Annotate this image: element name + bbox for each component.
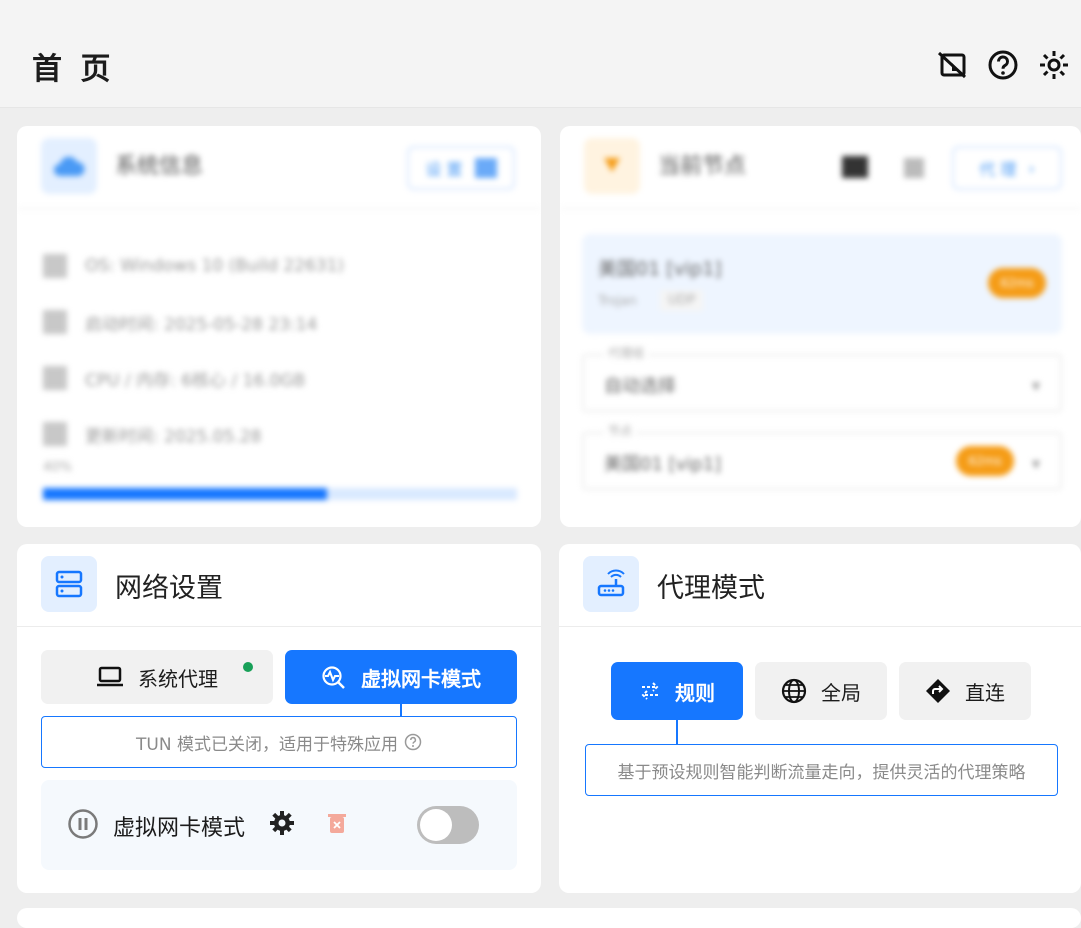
network-settings-header: 网络设置: [17, 544, 541, 627]
current-node-title: 当前节点: [658, 154, 747, 179]
page-header: 首 页: [0, 0, 1081, 108]
proxy-group-label: 代理组: [604, 344, 649, 361]
wave-search-icon: [321, 665, 347, 689]
proxy-node-label: 节点: [604, 422, 637, 439]
network-icon: [41, 556, 97, 612]
chevron-right-icon: ›: [1028, 158, 1035, 178]
active-node-type: Trojan: [598, 294, 637, 309]
rule-mode-button[interactable]: 规则: [611, 662, 743, 720]
direction-sign-icon: [925, 678, 951, 704]
proxy-mode-card: 代理模式 规则 全局 直连 基于预设规则智能判断流量走向，提供灵活的代理策略: [559, 544, 1081, 893]
gear-icon[interactable]: [269, 810, 295, 836]
calendar-icon: [43, 422, 67, 446]
help-icon[interactable]: [987, 49, 1019, 81]
current-node-card: 当前节点 代 理 › 美国01 [vip1] Trojan UDP 62ms 代…: [560, 126, 1081, 527]
system-info-row: 启动时间: 2025-05-28 23:14: [43, 294, 513, 350]
sort-icon[interactable]: [904, 158, 924, 178]
proxy-group-value: 自动选择: [604, 376, 676, 397]
proxy-node-value: 美国01 [vip1]: [604, 454, 722, 475]
settings-gear-icon[interactable]: [1038, 49, 1070, 81]
cloud-icon: [41, 138, 97, 194]
proxy-mode-hint-text: 基于预设规则智能判断流量走向，提供灵活的代理策略: [617, 762, 1026, 783]
proxy-group-select[interactable]: 代理组 自动选择 ▾: [582, 344, 1062, 412]
global-mode-label: 全局: [821, 680, 861, 705]
proxy-node-select[interactable]: 节点 美国01 [vip1] 62ms ▾: [582, 422, 1062, 490]
tun-hint-box: TUN 模式已关闭，适用于特殊应用: [41, 716, 517, 768]
active-node-protocol: UDP: [660, 290, 704, 311]
pause-circle-icon: [67, 808, 99, 840]
direct-mode-label: 直连: [965, 680, 1005, 705]
active-node-panel[interactable]: 美国01 [vip1] Trojan UDP 62ms: [582, 234, 1062, 334]
dropdown-icon: ▾: [1031, 376, 1040, 395]
toggle-knob: [420, 809, 452, 841]
system-info-action-button[interactable]: 设 置: [407, 146, 515, 190]
tun-mode-row: 虚拟网卡模式: [41, 780, 517, 870]
hint-pointer: [400, 704, 402, 716]
help-icon[interactable]: [404, 733, 422, 751]
grid-icon: [474, 158, 497, 178]
proxy-mode-header: 代理模式: [559, 544, 1081, 627]
clock-icon: [43, 310, 67, 334]
globe-icon: [781, 678, 807, 704]
status-dot: [243, 662, 253, 672]
usage-progress-fill: [43, 488, 328, 500]
system-info-action-label: 设 置: [425, 160, 463, 179]
latency-badge: 62ms: [988, 268, 1046, 298]
current-node-action-label: 代 理: [979, 160, 1017, 179]
proxy-mode-title: 代理模式: [657, 573, 765, 604]
direct-mode-button[interactable]: 直连: [899, 662, 1031, 720]
network-settings-title: 网络设置: [115, 573, 223, 604]
lightweight-mode-icon[interactable]: [936, 49, 968, 81]
tun-mode-tab-label: 虚拟网卡模式: [361, 666, 481, 691]
latency-badge: 62ms: [956, 446, 1014, 476]
tun-mode-tab[interactable]: 虚拟网卡模式: [285, 650, 517, 704]
usage-progress-bar: [43, 488, 517, 500]
tun-mode-row-label: 虚拟网卡模式: [113, 816, 246, 841]
swap-arrows-icon: [639, 681, 661, 701]
system-info-card-header: 系统信息 设 置: [17, 126, 541, 209]
signal-icon[interactable]: [842, 156, 868, 178]
system-info-row: OS: Windows 10 (Build 22631): [43, 238, 513, 294]
proxy-mode-hint-box: 基于预设规则智能判断流量走向，提供灵活的代理策略: [585, 744, 1058, 796]
dropdown-icon: ▾: [1031, 454, 1040, 473]
system-info-row: CPU / 内存: 6核心 / 16.0GB: [43, 350, 513, 406]
tun-mode-toggle[interactable]: [417, 806, 479, 844]
hint-pointer: [676, 720, 678, 744]
cpu-icon: [43, 366, 67, 390]
active-node-name: 美国01 [vip1]: [598, 258, 722, 280]
system-proxy-tab-label: 系统代理: [138, 666, 218, 691]
node-icon: [584, 138, 640, 194]
system-icon: [43, 254, 67, 278]
usage-label: 40%: [43, 460, 72, 475]
page-title: 首 页: [32, 52, 115, 87]
network-settings-card: 网络设置 系统代理 虚拟网卡模式 TUN 模式已关闭，适用于特殊应用 虚拟网卡模…: [17, 544, 541, 893]
laptop-icon: [96, 666, 124, 688]
global-mode-button[interactable]: 全局: [755, 662, 887, 720]
system-info-title: 系统信息: [115, 154, 204, 179]
next-card-edge: [17, 908, 1081, 928]
current-node-card-header: 当前节点 代 理 ›: [560, 126, 1081, 209]
system-proxy-tab[interactable]: 系统代理: [41, 650, 273, 704]
router-icon: [583, 556, 639, 612]
current-node-action-button[interactable]: 代 理 ›: [952, 146, 1062, 190]
trash-icon[interactable]: [327, 812, 347, 834]
rule-mode-label: 规则: [675, 680, 715, 705]
tun-hint-text: TUN 模式已关闭，适用于特殊应用: [136, 734, 398, 755]
system-info-row: 更新时间: 2025.05.28: [43, 406, 513, 462]
system-info-card: 系统信息 设 置 OS: Windows 10 (Build 22631) 启动…: [17, 126, 541, 527]
